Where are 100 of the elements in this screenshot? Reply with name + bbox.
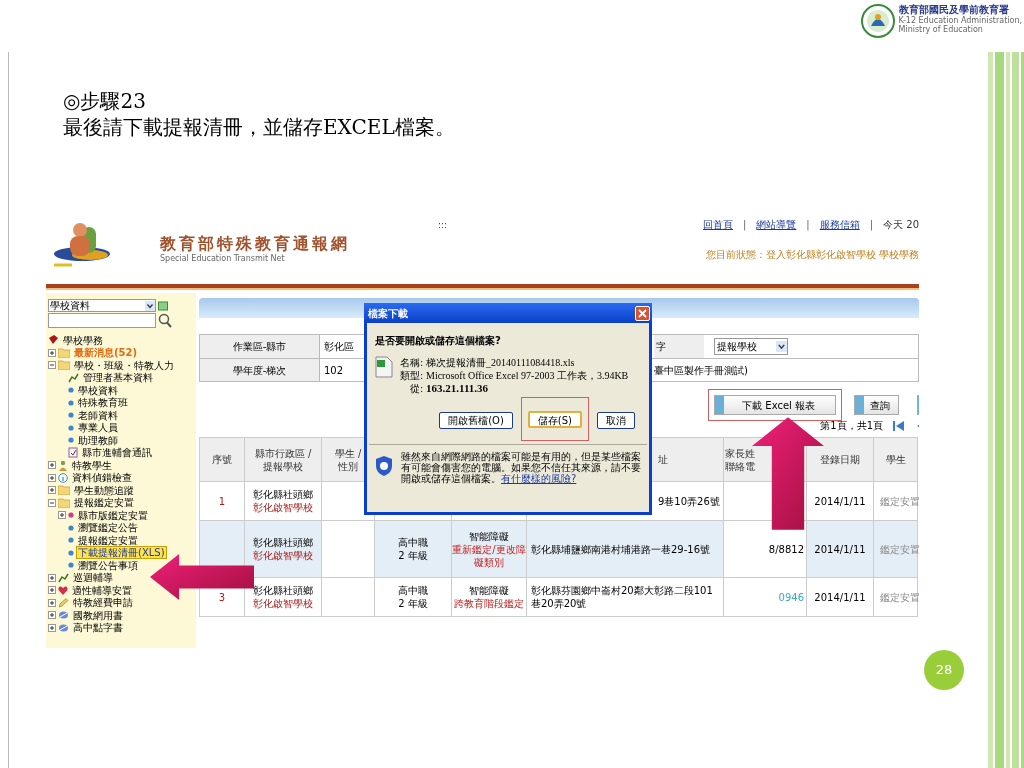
login-status: 您目前狀態：登入彰化縣彰化啟智學校 學校學務 [705, 249, 919, 261]
tree-item[interactable]: 瀏覽公告事項 [76, 558, 140, 572]
tree-item[interactable]: 國教網用書 [71, 608, 125, 622]
dialog-button[interactable]: 開啟舊檔(O) [439, 412, 513, 429]
tree-item[interactable]: 提報鑑定安置 [76, 533, 140, 547]
first-page-icon[interactable] [893, 420, 905, 432]
expand-icon[interactable] [48, 461, 56, 470]
tree-item[interactable]: 學校學務 [61, 333, 105, 347]
link-separator: | [742, 219, 747, 231]
dot-icon [68, 412, 74, 419]
table-cell: 9巷10弄26號 [658, 495, 720, 507]
dot-icon [68, 512, 74, 519]
toolbar-button[interactable]: 下載 Excel 報表 [714, 395, 836, 415]
agency-name: 教育部國民及學前教育署 [898, 4, 1010, 16]
filter-label: 字 [654, 335, 704, 358]
tree-item[interactable]: 助理教師 [76, 433, 120, 447]
tree-item[interactable]: 巡迴輔導 [71, 571, 115, 585]
collapse-icon[interactable] [48, 498, 56, 507]
site-title: 教育部特殊教育通報網 [160, 235, 350, 253]
warning-text: 雖然來自網際網路的檔案可能是有用的，但是某些檔案有可能會傷害您的電腦。如果您不信任其來源，請不要開啟或儲存這個檔案。有什麼樣的風險? [401, 451, 641, 484]
field-label: 從: [409, 382, 423, 395]
folder-icon [58, 360, 70, 371]
table-cell: 彰化縣社頭鄉 [253, 584, 313, 597]
close-button[interactable] [635, 305, 650, 321]
collapse-icon[interactable] [48, 361, 56, 370]
risk-link[interactable]: 有什麼樣的風險? [501, 473, 577, 484]
tree-item[interactable]: 特教經費申請 [71, 596, 135, 610]
tree-item[interactable]: 特教學生 [70, 458, 114, 472]
header-link[interactable]: 回首頁 [702, 219, 733, 231]
dropdown-icon[interactable] [776, 340, 787, 353]
expand-icon[interactable] [48, 611, 56, 620]
column-header: 學生 [885, 453, 906, 466]
folder-icon [58, 497, 70, 508]
instruction-text: 最後請下載提報清冊，並儲存EXCEL檔案。 [63, 114, 456, 140]
tree-item[interactable]: 特殊教育班 [76, 396, 130, 410]
folder-icon [58, 485, 70, 496]
heart-icon [58, 585, 68, 595]
expand-icon[interactable] [58, 511, 66, 520]
globe-icon [58, 622, 69, 633]
expand-icon[interactable] [48, 473, 56, 482]
table-cell: 0946 [778, 591, 804, 603]
search-icon[interactable] [158, 313, 172, 328]
menu-marker: ::: [438, 219, 448, 232]
table-row[interactable]: 3 彰化縣社頭鄉 彰化啟智學校 高中職 2 年級 智能障礙 跨教育階段鑑定 彰化縣芬園鄉中崙村20鄰大彰路二段101巷20弄20號 0946 2014/1/11 鑑定安置 [199, 577, 918, 617]
table-cell: 2 年級 [398, 597, 428, 610]
column-header: 登錄日期 [820, 453, 860, 466]
table-cell: 智能障礙 [469, 529, 509, 543]
table-cell: 彰化啟智學校 [253, 597, 313, 610]
expand-icon[interactable] [48, 598, 56, 607]
tree-item[interactable]: 高中點字書 [71, 621, 125, 635]
search-field[interactable] [48, 313, 156, 328]
dropdown-icon[interactable] [145, 300, 155, 311]
tree-item[interactable]: 縣市進輔會通訊 [80, 446, 154, 460]
page-icon [855, 396, 864, 414]
expand-icon[interactable] [48, 486, 56, 495]
column-header: 學生 / [334, 446, 362, 460]
table-cell: 智能障礙 [469, 584, 509, 597]
tree-item[interactable]: 學生動態追蹤 [72, 483, 136, 497]
table-cell: 2014/1/11 [814, 495, 866, 507]
header-link[interactable]: 服務信箱 [819, 219, 860, 231]
tree-item[interactable]: 管理者基本資料 [81, 371, 155, 385]
table-cell: 2014/1/11 [814, 543, 866, 555]
dialog-title: 檔案下載 [368, 306, 408, 321]
tree-item[interactable]: 資料偵錯檢查 [70, 471, 134, 485]
filter-select[interactable]: 提報學校 [714, 338, 788, 355]
filter-value: 臺中區製作手冊測試) [654, 363, 748, 378]
column-header: 址 [658, 453, 668, 466]
tree-item[interactable]: 老師資料 [76, 408, 120, 422]
table-cell: 彰化縣埔鹽鄉南港村埔港路一巷29-16號 [531, 543, 711, 555]
agency-subtitle: K-12 Education Administration, [898, 16, 1022, 25]
dot-icon [68, 424, 74, 431]
expand-icon[interactable] [48, 573, 56, 582]
tree-item[interactable]: 縣市版鑑定安置 [76, 508, 150, 522]
dot-icon [68, 549, 74, 556]
tree-item[interactable]: 提報鑑定安置 [72, 496, 136, 510]
tree-item[interactable]: 適性輔導安置 [70, 583, 134, 597]
emblem-icon [860, 4, 895, 38]
tree-item[interactable]: 學校・班級・特教人力 [72, 358, 176, 372]
category-select[interactable]: 學校資料 [48, 299, 156, 312]
tree-item[interactable]: 學校資料 [76, 383, 120, 397]
expand-icon[interactable] [48, 586, 56, 595]
table-cell: 鑑定安置 [880, 543, 919, 555]
tree-item[interactable]: 專業人員 [76, 421, 120, 435]
table-cell: 跨教育階段鑑定 [454, 597, 524, 610]
expand-icon[interactable] [48, 348, 56, 357]
column-header: 性別 [338, 459, 358, 473]
table-row[interactable]: 彰化縣社頭鄉 彰化啟智學校 高中職 2 年級 智能障礙 重新鑑定/更改障礙類別 彰化縣埔鹽鄉南港村埔港路一巷29-16號 8/8812 2014/1/11 鑑定安置 [199, 520, 918, 578]
dialog-button[interactable]: 儲存(S) [527, 411, 582, 428]
expand-icon[interactable] [48, 623, 56, 632]
toolbar-button[interactable]: 查詢 [854, 395, 899, 415]
dialog-button[interactable]: 取消 [597, 412, 635, 429]
go-icon[interactable] [158, 300, 168, 311]
step-heading: ◎步驟23 [63, 88, 147, 114]
field-label: 類型: [399, 369, 423, 382]
tree-item[interactable]: 瀏覽鑑定公告 [76, 521, 140, 535]
table-cell: 2 年級 [398, 549, 428, 562]
tree-item[interactable]: 下載提報清冊(XLS) [76, 546, 167, 560]
header-link[interactable]: 網站導覽 [756, 219, 797, 231]
column-header: 提報學校 [263, 459, 303, 473]
page-icon [715, 396, 725, 414]
